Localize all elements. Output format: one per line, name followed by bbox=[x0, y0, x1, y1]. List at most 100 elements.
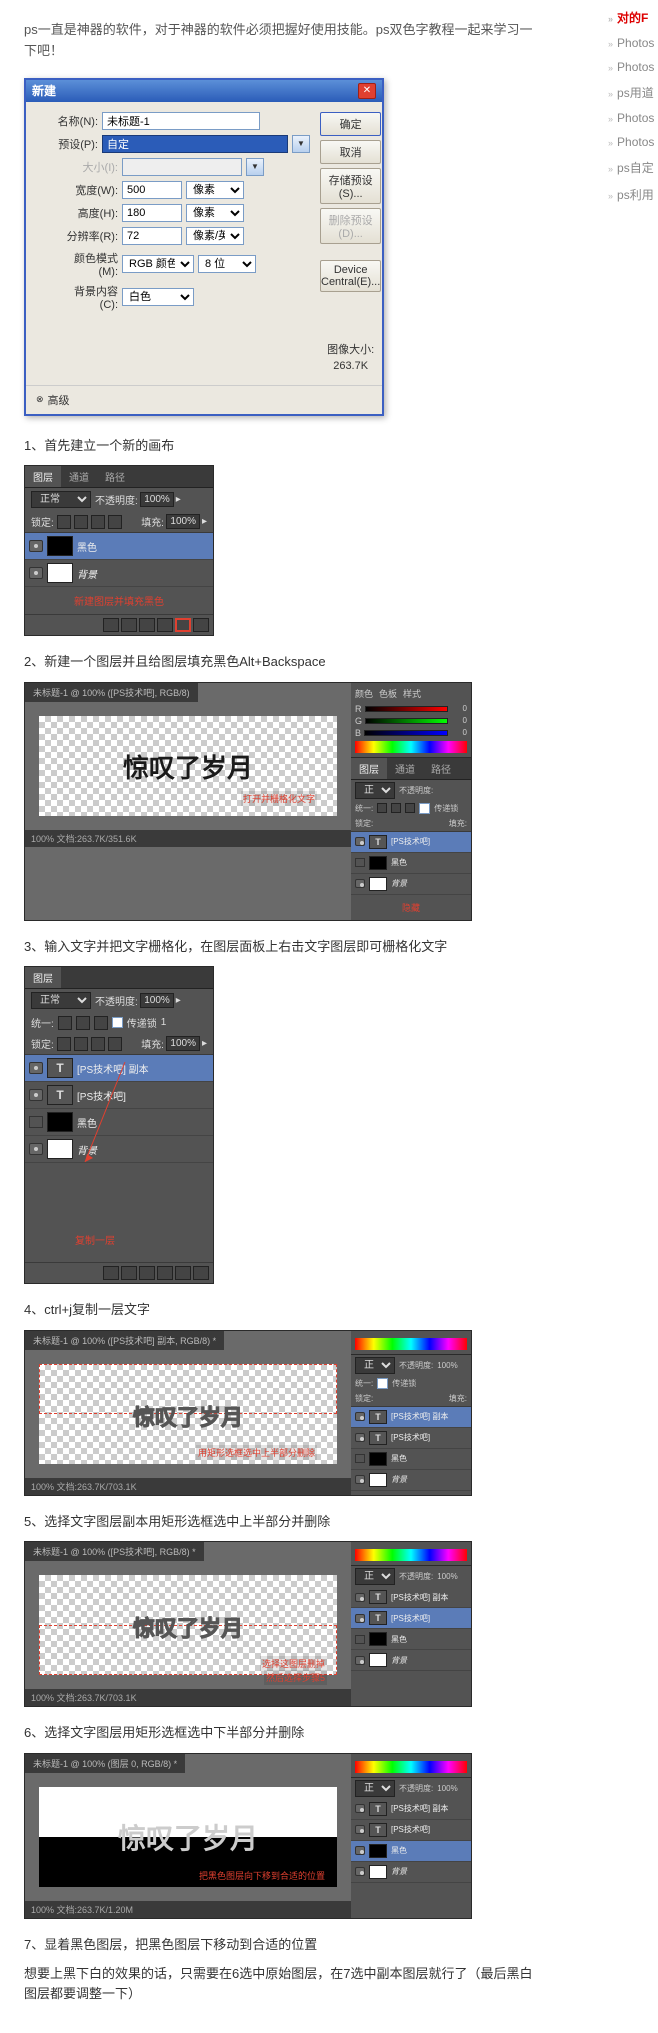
lock-image-icon[interactable] bbox=[74, 515, 88, 529]
b-slider[interactable] bbox=[364, 730, 448, 736]
sidebar-item-1[interactable]: »Photos bbox=[608, 31, 658, 55]
device-central-button[interactable]: Device Central(E)... bbox=[320, 260, 381, 292]
bg-label: 背景内容(C): bbox=[56, 283, 118, 311]
layer-item[interactable]: 黑色 bbox=[25, 1109, 213, 1136]
save-preset-button[interactable]: 存储预设(S)... bbox=[320, 168, 381, 204]
document-tab[interactable]: 未标题-1 @ 100% (图层 0, RGB/8) * bbox=[25, 1754, 185, 1773]
canvas-text: 惊叹了岁月 bbox=[39, 1817, 337, 1857]
canvas-text: 惊叹了岁月 bbox=[39, 1611, 337, 1643]
new-document-dialog: 新建 ✕ 名称(N): 预设(P): ▼ 大小(I): ▼ bbox=[24, 78, 384, 416]
canvas[interactable]: 惊叹了岁月 用矩形选框选中上半部分删除 bbox=[39, 1364, 337, 1464]
new-layer-icon[interactable] bbox=[175, 618, 191, 632]
layer-item-bg[interactable]: 背景 bbox=[25, 560, 213, 587]
mode-select[interactable]: RGB 颜色 bbox=[122, 255, 194, 273]
layer-item[interactable]: T[PS技术吧] bbox=[25, 1082, 213, 1109]
res-unit[interactable]: 像素/英寸 bbox=[186, 227, 244, 245]
bg-select[interactable]: 白色 bbox=[122, 288, 194, 306]
step-4-text: 4、ctrl+j复制一层文字 bbox=[24, 1300, 536, 1320]
status-bar: 100% 文档:263.7K/1.20M bbox=[25, 1901, 351, 1918]
annotation-4: 用矩形选框选中上半部分删除 bbox=[196, 1445, 317, 1460]
layer-item[interactable]: 黑色 bbox=[351, 853, 471, 874]
channels-tab[interactable]: 通道 bbox=[61, 466, 97, 487]
g-slider[interactable] bbox=[365, 718, 448, 724]
annotation-copy: 复制一层 bbox=[75, 1226, 115, 1253]
dialog-titlebar[interactable]: 新建 ✕ bbox=[26, 80, 382, 102]
delete-preset-button: 删除预设(D)... bbox=[320, 208, 381, 244]
sidebar-item-2[interactable]: »Photos bbox=[608, 55, 658, 79]
lock-transparency-icon[interactable] bbox=[57, 515, 71, 529]
status-bar: 100% 文档:263.7K/703.1K bbox=[25, 1478, 351, 1495]
advanced-label[interactable]: 高级 bbox=[48, 392, 70, 408]
size-select bbox=[122, 158, 242, 176]
height-input[interactable] bbox=[122, 204, 182, 222]
visibility-icon[interactable] bbox=[29, 540, 43, 552]
canvas[interactable]: 惊叹了岁月 打开并栅格化文字 bbox=[39, 716, 337, 816]
layer-item[interactable]: 背景 bbox=[351, 874, 471, 895]
size-dropdown-icon: ▼ bbox=[246, 158, 264, 176]
layers-panel-1: 图层 通道 路径 正常 不透明度:100%▸ 锁定: 填充:100%▸ 黑色 背… bbox=[24, 465, 214, 636]
dialog-title: 新建 bbox=[32, 82, 56, 99]
pass-checkbox[interactable] bbox=[419, 803, 430, 814]
sidebar-item-5[interactable]: »Photos bbox=[608, 130, 658, 154]
color-spectrum[interactable] bbox=[355, 741, 467, 753]
height-label: 高度(H): bbox=[56, 205, 118, 221]
expand-icon[interactable]: ⊗ bbox=[36, 394, 44, 405]
layers-panel-3: 图层 正常 不透明度:100%▸ 统一: 传递锁 1 锁定: 填充:100%▸ … bbox=[24, 966, 214, 1284]
name-input[interactable] bbox=[102, 112, 260, 130]
document-tab[interactable]: 未标题-1 @ 100% ([PS技术吧], RGB/8) bbox=[25, 683, 198, 702]
annotation-5a: 选择这图层删掉 bbox=[260, 1656, 327, 1671]
delete-icon[interactable] bbox=[193, 618, 209, 632]
mini-layers-panel: 图层 通道 路径 正常不透明度: 统一:传递锁 锁定:填充: T[PS技术吧] … bbox=[351, 758, 471, 920]
layer-thumb bbox=[47, 536, 73, 556]
canvas[interactable]: 惊叹了岁月 把黑色图层向下移到合适的位置 bbox=[39, 1787, 337, 1887]
layer-item[interactable]: T[PS技术吧] 副本 bbox=[25, 1055, 213, 1082]
mode-label: 颜色模式(M): bbox=[56, 250, 118, 278]
height-unit[interactable]: 像素 bbox=[186, 204, 244, 222]
layer-item[interactable]: T[PS技术吧] bbox=[351, 832, 471, 853]
workspace-2: 未标题-1 @ 100% ([PS技术吧], RGB/8) 惊叹了岁月 打开并栅… bbox=[24, 682, 472, 921]
r-slider[interactable] bbox=[365, 706, 449, 712]
group-icon[interactable] bbox=[157, 618, 173, 632]
document-tab[interactable]: 未标题-1 @ 100% ([PS技术吧], RGB/8) * bbox=[25, 1542, 204, 1561]
layer-item[interactable]: 背景 bbox=[25, 1136, 213, 1163]
preset-label: 预设(P): bbox=[36, 136, 98, 152]
sidebar-item-4[interactable]: »Photos bbox=[608, 106, 658, 130]
bits-select[interactable]: 8 位 bbox=[198, 255, 256, 273]
res-input[interactable] bbox=[122, 227, 182, 245]
res-label: 分辨率(R): bbox=[56, 228, 118, 244]
sidebar-item-7[interactable]: »ps利用 bbox=[608, 181, 658, 208]
sidebar-item-3[interactable]: »ps用道 bbox=[608, 79, 658, 106]
preset-dropdown-icon[interactable]: ▼ bbox=[292, 135, 310, 153]
layer-item-black[interactable]: 黑色 bbox=[25, 533, 213, 560]
lock-position-icon[interactable] bbox=[91, 515, 105, 529]
color-panel: 颜色 色板 样式 R0 G0 B0 bbox=[351, 683, 471, 758]
sidebar-item-0[interactable]: »对的F bbox=[608, 4, 658, 31]
visibility-icon[interactable] bbox=[29, 567, 43, 579]
step-5-text: 5、选择文字图层副本用矩形选框选中上半部分并删除 bbox=[24, 1512, 536, 1532]
lock-all-icon[interactable] bbox=[108, 515, 122, 529]
step-1-text: 1、首先建立一个新的画布 bbox=[24, 436, 536, 456]
status-bar: 100% 文档:263.7K/351.6K bbox=[25, 830, 351, 847]
blend-mode-select[interactable]: 正常 bbox=[31, 491, 91, 508]
paths-tab[interactable]: 路径 bbox=[97, 466, 133, 487]
cancel-button[interactable]: 取消 bbox=[320, 140, 381, 164]
name-label: 名称(N): bbox=[36, 113, 98, 129]
adjustment-icon[interactable] bbox=[139, 618, 155, 632]
sidebar: »对的F »Photos »Photos »ps用道 »Photos »Phot… bbox=[608, 4, 658, 208]
width-input[interactable] bbox=[122, 181, 182, 199]
size-label: 大小(I): bbox=[56, 159, 118, 175]
layers-tab[interactable]: 图层 bbox=[25, 466, 61, 487]
canvas[interactable]: 惊叹了岁月 选择这图层删掉 然后选择步骤5 bbox=[39, 1575, 337, 1675]
pass-checkbox[interactable] bbox=[112, 1017, 123, 1028]
width-unit[interactable]: 像素 bbox=[186, 181, 244, 199]
fx-icon[interactable] bbox=[103, 618, 119, 632]
document-tab[interactable]: 未标题-1 @ 100% ([PS技术吧] 副本, RGB/8) * bbox=[25, 1331, 224, 1350]
step-2-text: 2、新建一个图层并且给图层填充黑色Alt+Backspace bbox=[24, 652, 536, 672]
layers-tab[interactable]: 图层 bbox=[25, 967, 61, 988]
mask-icon[interactable] bbox=[121, 618, 137, 632]
ok-button[interactable]: 确定 bbox=[320, 112, 381, 136]
preset-select[interactable] bbox=[102, 135, 288, 153]
close-icon[interactable]: ✕ bbox=[358, 83, 376, 99]
blend-mode-select[interactable]: 正常 bbox=[31, 992, 91, 1009]
sidebar-item-6[interactable]: »ps自定 bbox=[608, 154, 658, 181]
